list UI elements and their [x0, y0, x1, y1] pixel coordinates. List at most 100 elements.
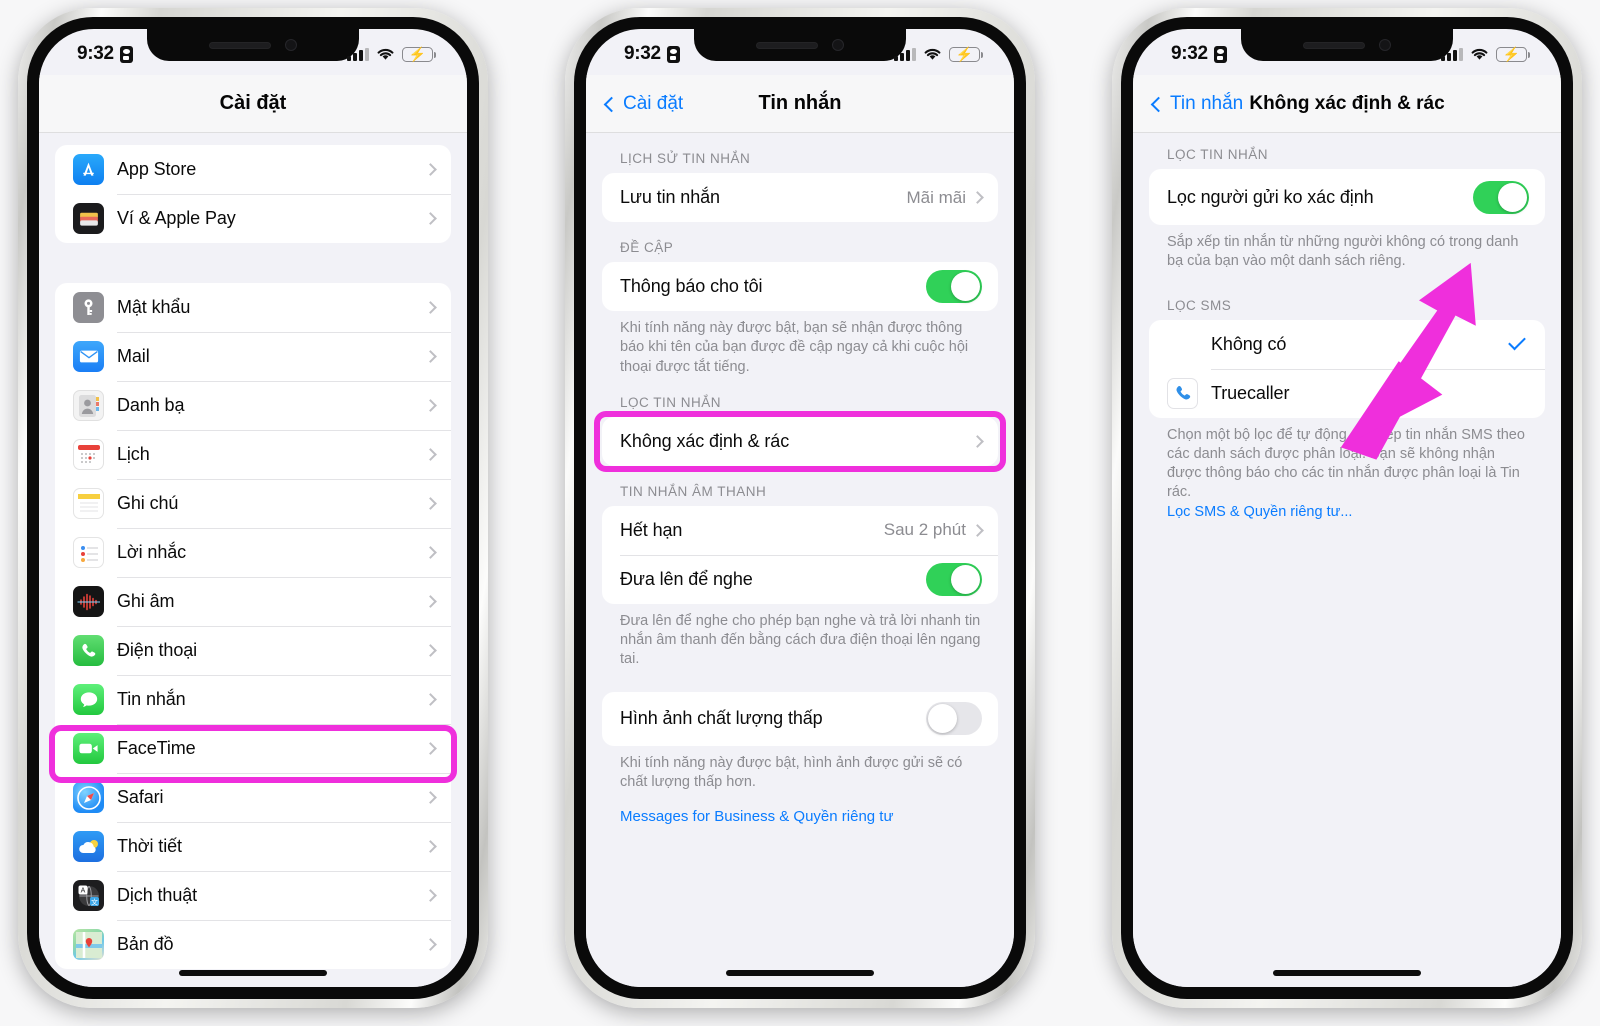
settings-row-weather[interactable]: Thời tiết [55, 822, 451, 871]
section-header-message-filtering: LỌC TIN NHẮN [620, 394, 722, 410]
phone-1-settings: 9:32 ⚡ Cài đặt App Store Ví & Apple Pay … [18, 8, 488, 1008]
settings-row-label: Ghi âm [117, 591, 175, 611]
section-header-message-history: LỊCH SỬ TIN NHẮN [620, 151, 751, 166]
back-button[interactable]: Cài đặt [603, 93, 683, 115]
chevron-right-icon [971, 523, 984, 537]
status-bar: 9:32 ⚡ [39, 29, 467, 75]
settings-row-label: Lời nhắc [117, 542, 187, 562]
back-button[interactable]: Tin nhắn [1150, 93, 1243, 115]
row-label: Đưa lên để nghe [620, 568, 753, 589]
settings-row-label: Safari [117, 787, 164, 807]
phone-1-settings-list[interactable]: App Store Ví & Apple Pay Mật khẩu Mail D… [39, 133, 467, 987]
row-keep-messages[interactable]: Lưu tin nhắn Mãi mãi [602, 173, 998, 222]
settings-row-notes[interactable]: Ghi chú [55, 479, 451, 528]
phone-1-bezel: 9:32 ⚡ Cài đặt App Store Ví & Apple Pay … [27, 17, 479, 999]
status-bar-left: 9:32 [624, 43, 680, 65]
phone-3-bezel: 9:32 ⚡ Tin nhắn Không xác định & rác LỌC… [1121, 17, 1573, 999]
row-label: Không có [1211, 333, 1287, 354]
lock-portrait-icon [666, 45, 680, 63]
chevron-right-icon [424, 301, 437, 314]
row-expire[interactable]: Hết hạn Sau 2 phút [602, 506, 998, 555]
phone-2-content[interactable]: LỊCH SỬ TIN NHẮN Lưu tin nhắn Mãi mãi ĐỀ… [586, 133, 1014, 987]
row-low-quality-image-mode[interactable]: Hình ảnh chất lượng thấp [602, 692, 998, 746]
status-time: 9:32 [1171, 43, 1208, 64]
section-card-message-history: Lưu tin nhắn Mãi mãi [602, 173, 998, 222]
calendar-icon [73, 439, 104, 470]
settings-row-label: FaceTime [117, 738, 196, 758]
status-bar-right: ⚡ [347, 46, 436, 62]
phone-3-screen: 9:32 ⚡ Tin nhắn Không xác định & rác LỌC… [1133, 29, 1561, 987]
toggle-notify-me[interactable] [926, 270, 982, 303]
settings-row-facetime[interactable]: FaceTime [55, 724, 451, 773]
settings-row-phone[interactable]: Điện thoại [55, 626, 451, 675]
section-footer-filter-unknown: Sắp xếp tin nhắn từ những người không có… [1167, 234, 1519, 270]
toggle-raise-to-listen[interactable] [926, 562, 982, 596]
settings-row-reminders[interactable]: Lời nhắc [55, 528, 451, 577]
settings-row-mail[interactable]: Mail [55, 332, 451, 381]
chevron-left-icon [1150, 96, 1167, 112]
passwords-key-icon [73, 292, 104, 323]
checkmark-icon [1508, 332, 1526, 351]
phone-1-screen: 9:32 ⚡ Cài đặt App Store Ví & Apple Pay … [39, 29, 467, 987]
settings-row-wallet[interactable]: Ví & Apple Pay [55, 194, 451, 243]
settings-row-calendar[interactable]: Lịch [55, 430, 451, 479]
row-value: Mãi mãi [906, 187, 966, 207]
svg-text:文: 文 [91, 897, 98, 906]
row-label: Không xác định & rác [620, 430, 790, 451]
section-card-low-quality: Hình ảnh chất lượng thấp [602, 691, 998, 746]
reminders-icon [73, 537, 104, 568]
phone-1-nav-bar: Cài đặt [39, 75, 467, 133]
row-label: Truecaller [1211, 382, 1290, 403]
settings-row-messages[interactable]: Tin nhắn [55, 675, 451, 724]
toggle-low-quality-image-mode[interactable] [926, 702, 982, 736]
section-footer-mentions: Khi tính năng này được bật, bạn sẽ nhận … [620, 320, 969, 375]
home-indicator [179, 970, 327, 976]
row-filter-unknown-senders[interactable]: Lọc người gửi ko xác định [1149, 169, 1545, 225]
chevron-right-icon [424, 791, 437, 804]
phone-3-unknown-and-spam: 9:32 ⚡ Tin nhắn Không xác định & rác LỌC… [1112, 8, 1582, 1008]
settings-row-voice-memos[interactable]: Ghi âm [55, 577, 451, 626]
messages-for-business-link[interactable]: Messages for Business & Quyền riêng tư [586, 792, 1014, 825]
home-indicator [726, 970, 874, 976]
row-notify-me[interactable]: Thông báo cho tôi [602, 262, 998, 311]
phone-2-screen: 9:32 ⚡ Cài đặt Tin nhắn LỊCH SỬ TIN NHẮN… [586, 29, 1014, 987]
settings-row-safari[interactable]: Safari [55, 773, 451, 822]
settings-row-app-store[interactable]: App Store [55, 145, 451, 194]
status-bar-left: 9:32 [1171, 43, 1227, 65]
row-sms-filter-truecaller[interactable]: Truecaller [1149, 368, 1545, 418]
settings-row-label: Dịch thuật [117, 885, 198, 905]
settings-row-maps[interactable]: Bản đồ [55, 920, 451, 969]
settings-row-passwords[interactable]: Mật khẩu [55, 283, 451, 332]
toggle-filter-unknown-senders[interactable] [1473, 180, 1529, 214]
phone-3-content[interactable]: LỌC TIN NHẮN Lọc người gửi ko xác định S… [1133, 133, 1561, 987]
cellular-signal-icon [894, 47, 916, 61]
chevron-right-icon [424, 497, 437, 510]
sms-filtering-footer-text: Chọn một bộ lọc để tự động sắp xếp tin n… [1167, 426, 1525, 501]
row-unknown-and-spam[interactable]: Không xác định & rác [602, 417, 998, 466]
section-card-sms-filtering: Không có Truecaller [1149, 319, 1545, 418]
settings-row-label: Thời tiết [117, 836, 182, 856]
mail-icon [73, 341, 104, 372]
section-footer-sms-filtering: Chọn một bộ lọc để tự động sắp xếp tin n… [1133, 418, 1561, 522]
settings-row-contacts[interactable]: Danh bạ [55, 381, 451, 430]
app-store-icon [73, 154, 104, 185]
translate-icon: A文 [73, 880, 104, 911]
settings-row-label: Bản đồ [117, 934, 174, 954]
section-footer-low-quality: Khi tính năng này được bật, hình ảnh đượ… [620, 754, 963, 790]
settings-row-translate[interactable]: A文 Dịch thuật [55, 871, 451, 920]
battery-charging-icon: ⚡ [1496, 46, 1530, 62]
row-sms-filter-none[interactable]: Không có [1149, 320, 1545, 369]
chevron-left-icon [603, 96, 620, 112]
chevron-right-icon [424, 693, 437, 706]
row-raise-to-listen[interactable]: Đưa lên để nghe [602, 554, 998, 604]
sms-filtering-privacy-link[interactable]: Lọc SMS & Quyền riêng tư... [1167, 503, 1533, 522]
home-indicator [1273, 970, 1421, 976]
section-header-sms-filtering: LỌC SMS [1167, 297, 1232, 313]
contacts-icon [73, 390, 104, 421]
settings-group-apps: App Store Ví & Apple Pay [55, 145, 451, 243]
status-bar: 9:32 ⚡ [586, 29, 1014, 75]
settings-row-label: Lịch [117, 444, 150, 464]
status-bar: 9:32 ⚡ [1133, 29, 1561, 75]
settings-row-label: Ghi chú [117, 493, 179, 513]
chevron-right-icon [424, 212, 437, 225]
